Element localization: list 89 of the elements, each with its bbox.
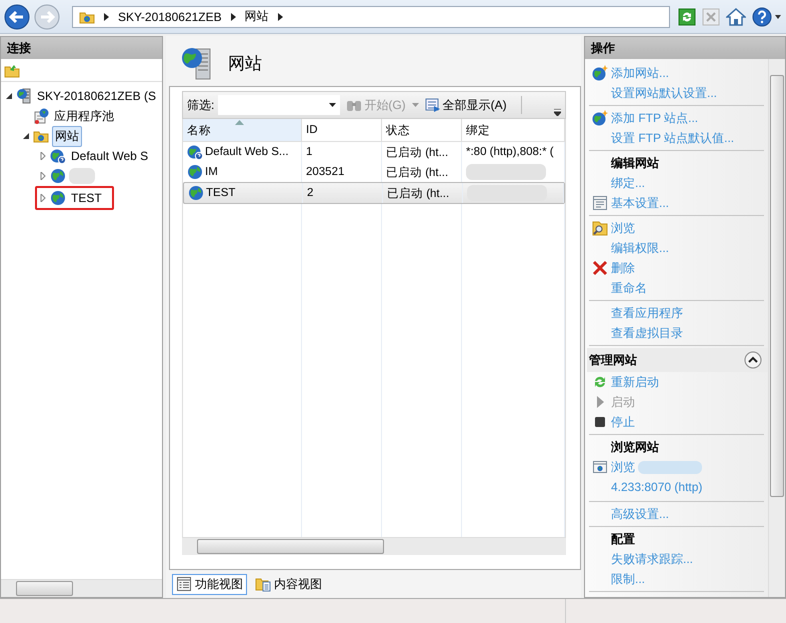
action-link[interactable]: 基本设置...	[611, 193, 670, 213]
tree-item[interactable]: 应用程序池	[52, 106, 116, 126]
action-link[interactable]: 浏览	[611, 218, 635, 238]
table-cell-text: 已启动 (ht...	[386, 146, 448, 160]
breadcrumb-arrow-icon[interactable]	[103, 12, 110, 22]
action-link[interactable]: 设置网站默认设置...	[611, 83, 718, 103]
group-title: 管理网站	[589, 352, 637, 368]
home-icon[interactable]	[726, 8, 746, 26]
section-heading: 配置	[611, 531, 635, 548]
action-link: 启动	[611, 394, 635, 411]
breadcrumb-item[interactable]: SKY-20180621ZEB	[118, 10, 222, 24]
globe-icon	[50, 168, 66, 184]
tree-item[interactable]: Default Web S	[69, 148, 150, 164]
tree-item[interactable]: 网站	[52, 126, 82, 146]
table-cell: Default Web S...	[205, 146, 289, 158]
section-heading: 编辑网站	[611, 155, 659, 172]
table-cell: TEST	[206, 187, 236, 199]
folder-document-icon	[255, 576, 271, 592]
toolbar-overflow-icon[interactable]	[554, 109, 561, 116]
feature-view-icon	[176, 576, 192, 592]
table-cell-text: 已启动 (ht...	[387, 186, 450, 200]
pane-header: 操作	[585, 37, 785, 59]
table-cell-text: 已启动 (ht...	[386, 166, 448, 180]
section-heading: 浏览网站	[611, 439, 659, 456]
action-link[interactable]: 查看虚拟目录	[611, 323, 683, 343]
tree-item[interactable]: TEST	[69, 190, 104, 206]
selected-row[interactable]: TEST 2 已启动 (ht...	[183, 182, 565, 204]
action-link[interactable]: 重命名	[611, 278, 647, 298]
breadcrumb-arrow-icon[interactable]	[276, 12, 284, 22]
action-link[interactable]: 添加网站...	[611, 63, 670, 83]
globe-question-icon	[187, 144, 203, 160]
app-pool-icon	[33, 108, 49, 124]
collapse-arrow-icon[interactable]	[22, 132, 30, 140]
collapse-button[interactable]	[744, 351, 762, 369]
view-tab[interactable]: 功能视图	[172, 574, 247, 594]
action-link[interactable]: 重新启动	[611, 372, 659, 392]
action-link[interactable]: 停止	[611, 412, 635, 432]
collapse-arrow-icon[interactable]	[5, 92, 13, 100]
column-header[interactable]: 名称	[183, 119, 302, 141]
show-all-button[interactable]: 全部显示(A)	[422, 96, 509, 114]
server-icon	[16, 88, 32, 104]
column-header[interactable]: 绑定	[462, 119, 565, 141]
table-cell: 203521	[306, 166, 344, 178]
globe-icon	[188, 185, 204, 201]
action-link[interactable]: 删除	[611, 258, 635, 278]
help-icon[interactable]	[752, 6, 782, 26]
action-link[interactable]: 失败请求跟踪...	[611, 549, 694, 569]
column-header[interactable]: ID	[302, 119, 382, 141]
action-link[interactable]: 查看应用程序	[611, 303, 683, 323]
filter-label: 筛选:	[187, 96, 214, 114]
browser-window-icon	[592, 459, 608, 475]
view-tab[interactable]: 内容视图	[251, 574, 326, 594]
page-title: 网站	[228, 52, 262, 74]
breadcrumb-item[interactable]: 网站	[244, 8, 269, 25]
action-link[interactable]: 绑定...	[611, 173, 646, 193]
action-link[interactable]: 设置 FTP 站点默认值...	[611, 128, 734, 148]
globe-icon	[50, 190, 66, 206]
expand-arrow-icon[interactable]	[39, 194, 47, 202]
window-icon	[592, 195, 608, 211]
action-link[interactable]: 限制...	[611, 569, 646, 589]
globe-icon	[187, 164, 203, 180]
refresh-icon[interactable]	[678, 8, 696, 26]
column-header[interactable]: 状态	[382, 119, 462, 141]
folder-magnifier-icon	[592, 220, 608, 236]
table-cell: 1	[306, 146, 312, 158]
action-link[interactable]: 编辑权限...	[611, 238, 670, 258]
back-button[interactable]	[4, 4, 30, 30]
filter-field[interactable]	[218, 95, 340, 115]
expand-arrow-icon[interactable]	[39, 172, 47, 180]
delete-icon	[592, 260, 608, 276]
expand-arrow-icon[interactable]	[39, 152, 47, 160]
sort-arrow-icon	[235, 120, 244, 125]
breadcrumb-arrow-icon[interactable]	[230, 12, 237, 22]
tree-item[interactable]: SKY-20180621ZEB (S	[35, 88, 158, 104]
action-link[interactable]: 添加 FTP 站点...	[611, 108, 698, 128]
pane-header: 连接	[1, 37, 162, 59]
action-link[interactable]: 浏览 4.233:8070 (http)	[611, 457, 764, 497]
action-link[interactable]: 高级设置...	[611, 504, 670, 524]
table-cell: *:80 (http),808:* (	[466, 146, 554, 158]
horizontal-scrollbar[interactable]	[1, 579, 162, 597]
horizontal-scrollbar[interactable]	[182, 537, 566, 555]
dropdown-arrow-icon[interactable]	[329, 103, 336, 107]
restart-icon	[592, 374, 608, 390]
address-bar[interactable]: SKY-20180621ZEB 网站	[72, 6, 670, 28]
table-cell: 2	[307, 187, 314, 199]
stop-icon	[592, 414, 608, 430]
vertical-scrollbar[interactable]	[768, 59, 785, 597]
globe-question-icon	[50, 148, 66, 164]
table-cell: IM	[205, 166, 218, 178]
